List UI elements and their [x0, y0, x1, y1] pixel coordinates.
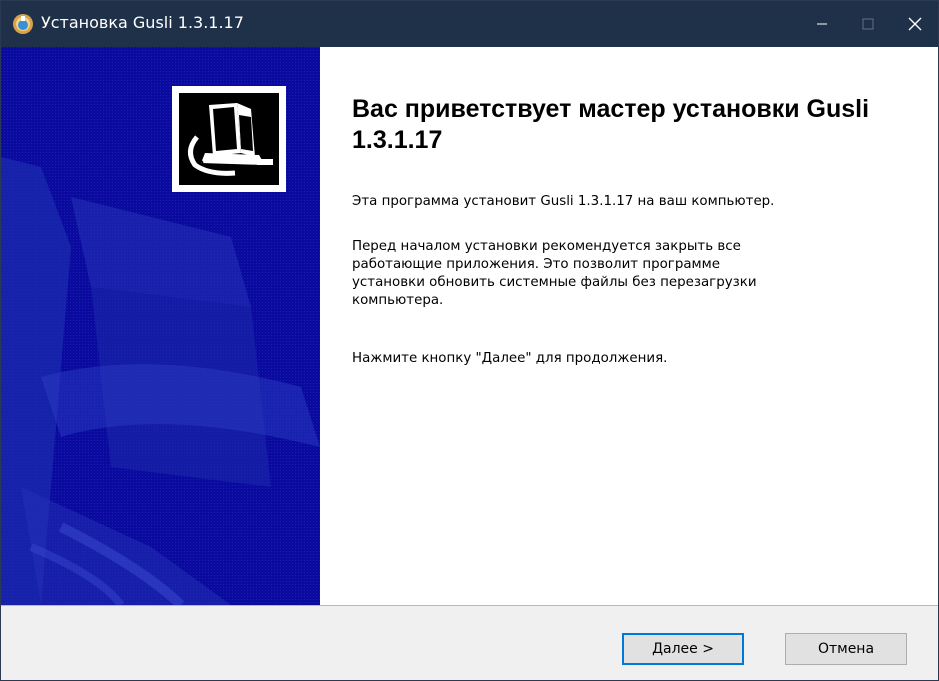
wizard-side-banner	[1, 47, 320, 605]
maximize-icon	[862, 18, 874, 30]
minimize-button[interactable]	[799, 1, 845, 47]
next-button[interactable]: Далее >	[622, 633, 744, 665]
welcome-heading: Вас приветствует мастер установки Gusli …	[352, 95, 870, 154]
maximize-button[interactable]	[845, 1, 891, 47]
continue-instruction-text: Нажмите кнопку "Далее" для продолжения.	[352, 351, 668, 366]
installer-logo	[172, 86, 286, 192]
close-apps-text: Перед началом установки рекомендуется за…	[352, 239, 757, 308]
computer-install-icon	[179, 93, 279, 185]
cancel-button[interactable]: Отмена	[785, 633, 907, 665]
intro-text: Эта программа установит Gusli 1.3.1.17 н…	[352, 194, 775, 209]
close-button[interactable]	[892, 1, 938, 47]
minimize-icon	[817, 23, 827, 25]
installer-app-icon	[13, 14, 33, 34]
title-bar[interactable]: Установка Gusli 1.3.1.17	[1, 1, 938, 47]
window-title: Установка Gusli 1.3.1.17	[41, 13, 244, 32]
installer-window: Установка Gusli 1.3.1.17 Вас приветствуе…	[0, 0, 939, 681]
button-bar: Далее > Отмена	[1, 605, 938, 680]
close-icon	[908, 17, 922, 31]
